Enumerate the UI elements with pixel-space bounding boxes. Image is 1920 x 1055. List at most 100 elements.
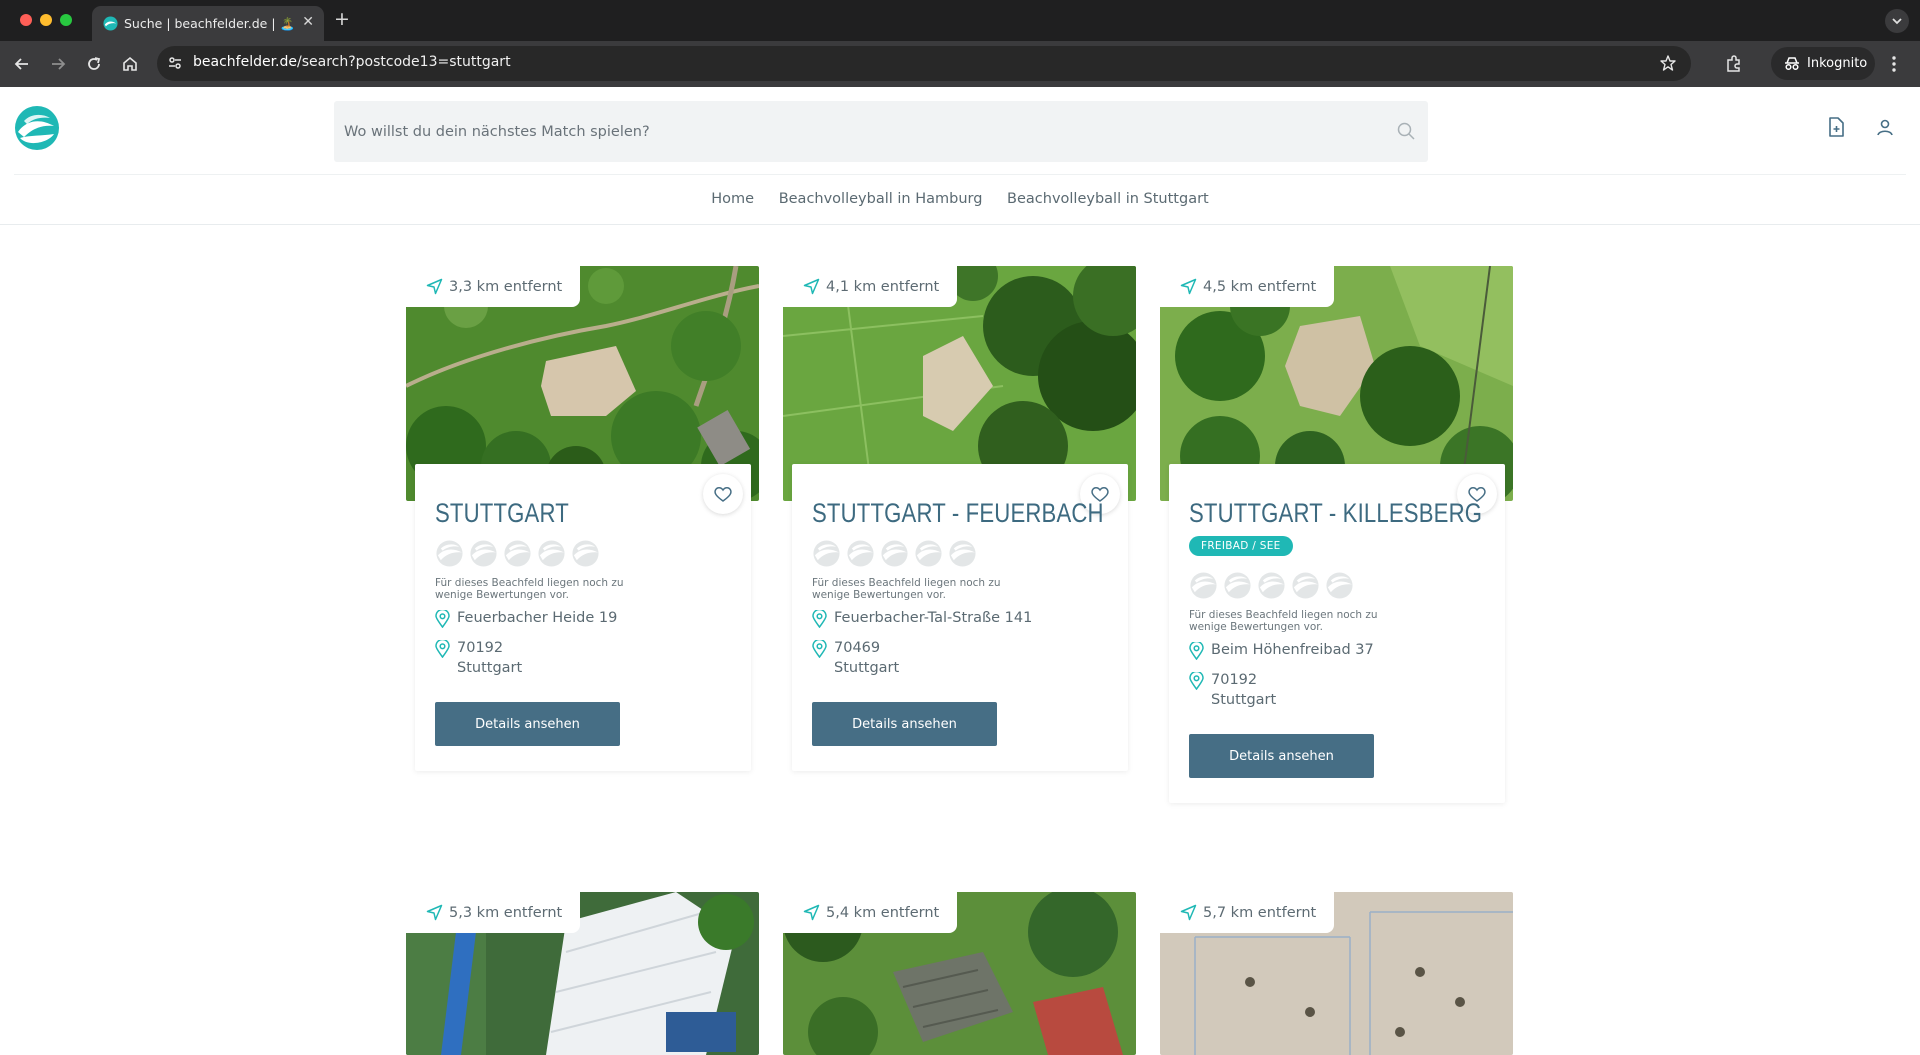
- extensions-icon[interactable]: [1724, 54, 1744, 74]
- site-header: Home Beachvolleyball in Hamburg Beachvol…: [0, 87, 1920, 225]
- address-bar[interactable]: beachfelder.de/search?postcode13=stuttga…: [157, 46, 1691, 81]
- postcode-city: 70469 Stuttgart: [834, 638, 899, 678]
- incognito-indicator[interactable]: Inkognito: [1771, 47, 1875, 80]
- site-info-icon[interactable]: [167, 55, 183, 71]
- postcode-city: 70192 Stuttgart: [457, 638, 522, 678]
- distance-label: 4,5 km entfernt: [1160, 266, 1335, 307]
- location-pin-icon: [1189, 642, 1204, 660]
- close-window-button[interactable]: [20, 14, 32, 26]
- rating-ball-icon: [436, 540, 463, 567]
- url-text: beachfelder.de/search?postcode13=stuttga…: [193, 54, 511, 70]
- distance-text: 4,1 km entfernt: [826, 278, 940, 295]
- address-city-row: 70192 Stuttgart: [1189, 670, 1276, 710]
- location-pin-icon: [812, 640, 827, 658]
- result-card: 5,4 km entfernt: [783, 892, 1136, 1055]
- city-text: Stuttgart: [1211, 692, 1277, 708]
- rating-ball-icon: [1258, 572, 1285, 599]
- rating-note: Für dieses Beachfeld liegen noch zu weni…: [435, 577, 624, 601]
- rating-ball-icon: [572, 540, 599, 567]
- card-title: STUTTGART - KILLESBERG: [1189, 498, 1483, 528]
- distance-label: 5,4 km entfernt: [783, 892, 958, 933]
- location-pin-icon: [812, 610, 827, 628]
- back-arrow-icon[interactable]: [12, 54, 32, 74]
- result-card: 3,3 km entfernt STUTTGART Für dieses Bea…: [406, 266, 759, 771]
- add-beachfield-icon[interactable]: [1827, 117, 1845, 137]
- nav-link-stuttgart[interactable]: Beachvolleyball in Stuttgart: [1007, 191, 1209, 207]
- navigation-arrow-icon: [426, 904, 443, 921]
- new-tab-icon[interactable]: +: [334, 8, 350, 30]
- city-text: Stuttgart: [834, 660, 900, 676]
- result-card: 5,3 km entfernt: [406, 892, 759, 1055]
- browser-menu-icon[interactable]: [1891, 54, 1897, 74]
- minimize-window-button[interactable]: [40, 14, 52, 26]
- distance-label: 5,7 km entfernt: [1160, 892, 1335, 933]
- details-button[interactable]: Details ansehen: [435, 702, 620, 746]
- favorite-button[interactable]: [703, 474, 743, 514]
- result-card: 4,5 km entfernt STUTTGART - KILLESBERG F…: [1160, 266, 1513, 803]
- tab-close-icon[interactable]: ✕: [302, 14, 314, 30]
- heart-icon: [714, 487, 732, 502]
- category-badge: FREIBAD / SEE: [1189, 536, 1293, 556]
- city-text: Stuttgart: [457, 660, 523, 676]
- bookmark-star-icon[interactable]: [1659, 54, 1677, 72]
- details-button[interactable]: Details ansehen: [812, 702, 997, 746]
- rating-ball-icon: [1292, 572, 1319, 599]
- result-card: 5,7 km entfernt: [1160, 892, 1513, 1055]
- postcode-city: 70192 Stuttgart: [1211, 670, 1276, 710]
- location-pin-icon: [435, 640, 450, 658]
- url-host: beachfelder.de: [193, 54, 298, 70]
- beachfelder-logo-icon[interactable]: [14, 105, 60, 151]
- home-icon[interactable]: [120, 54, 140, 74]
- address-street-row: Feuerbacher Heide 19: [435, 608, 617, 628]
- navigation-arrow-icon: [426, 278, 443, 295]
- search-input[interactable]: [344, 101, 1384, 162]
- postcode-text: 70192: [457, 640, 504, 656]
- incognito-icon: [1785, 57, 1799, 71]
- address-city-row: 70192 Stuttgart: [435, 638, 522, 678]
- distance-text: 4,5 km entfernt: [1203, 278, 1317, 295]
- distance-label: 4,1 km entfernt: [783, 266, 958, 307]
- distance-label: 3,3 km entfernt: [406, 266, 581, 307]
- rating-ball-icon: [504, 540, 531, 567]
- search-icon[interactable]: [1396, 121, 1416, 141]
- url-path: /search?postcode13=stuttgart: [297, 54, 511, 70]
- tab-search-button[interactable]: [1885, 9, 1909, 33]
- card-body: STUTTGART Für dieses Beachfeld liegen no…: [415, 464, 751, 771]
- header-divider: [14, 174, 1906, 175]
- rating-icons: [812, 539, 977, 568]
- details-button[interactable]: Details ansehen: [1189, 734, 1374, 778]
- rating-ball-icon: [470, 540, 497, 567]
- street-text: Feuerbacher-Tal-Straße 141: [834, 610, 1033, 626]
- street-text: Feuerbacher Heide 19: [457, 610, 618, 626]
- chevron-down-icon: [1892, 18, 1902, 25]
- rating-icons: [1189, 571, 1354, 600]
- distance-text: 5,3 km entfernt: [449, 904, 563, 921]
- nav-link-home[interactable]: Home: [711, 191, 754, 207]
- result-card: 4,1 km entfernt STUTTGART - FEUERBACH Fü…: [783, 266, 1136, 771]
- address-street-row: Beim Höhenfreibad 37: [1189, 640, 1374, 660]
- rating-ball-icon: [1224, 572, 1251, 599]
- location-pin-icon: [1189, 672, 1204, 690]
- user-account-icon[interactable]: [1876, 118, 1894, 136]
- rating-ball-icon: [949, 540, 976, 567]
- street-text: Beim Höhenfreibad 37: [1211, 642, 1374, 658]
- card-body: STUTTGART - KILLESBERG FREIBAD / SEE Für…: [1169, 464, 1505, 803]
- browser-tab[interactable]: Suche | beachfelder.de | 🏝️ D ✕: [92, 6, 324, 41]
- main-nav: Home Beachvolleyball in Hamburg Beachvol…: [0, 191, 1920, 207]
- maximize-window-button[interactable]: [60, 14, 72, 26]
- forward-arrow-icon[interactable]: [48, 54, 68, 74]
- search-box: [334, 101, 1428, 162]
- incognito-label: Inkognito: [1807, 56, 1868, 71]
- distance-text: 5,7 km entfernt: [1203, 904, 1317, 921]
- distance-text: 3,3 km entfernt: [449, 278, 563, 295]
- nav-link-hamburg[interactable]: Beachvolleyball in Hamburg: [779, 191, 983, 207]
- rating-note: Für dieses Beachfeld liegen noch zu weni…: [812, 577, 1001, 601]
- rating-ball-icon: [881, 540, 908, 567]
- postcode-text: 70469: [834, 640, 881, 656]
- card-title: STUTTGART - FEUERBACH: [812, 498, 1104, 528]
- rating-ball-icon: [1326, 572, 1353, 599]
- rating-note: Für dieses Beachfeld liegen noch zu weni…: [1189, 609, 1378, 633]
- reload-icon[interactable]: [84, 54, 104, 74]
- navigation-arrow-icon: [803, 278, 820, 295]
- rating-ball-icon: [847, 540, 874, 567]
